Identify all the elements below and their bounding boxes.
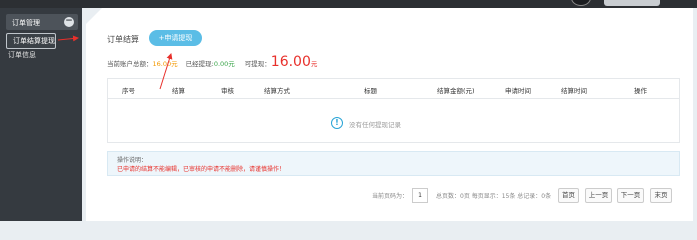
arrow-to-apply-button [159, 53, 173, 90]
annotation-arrows [57, 35, 173, 90]
arrow-to-sidebar [57, 35, 79, 42]
